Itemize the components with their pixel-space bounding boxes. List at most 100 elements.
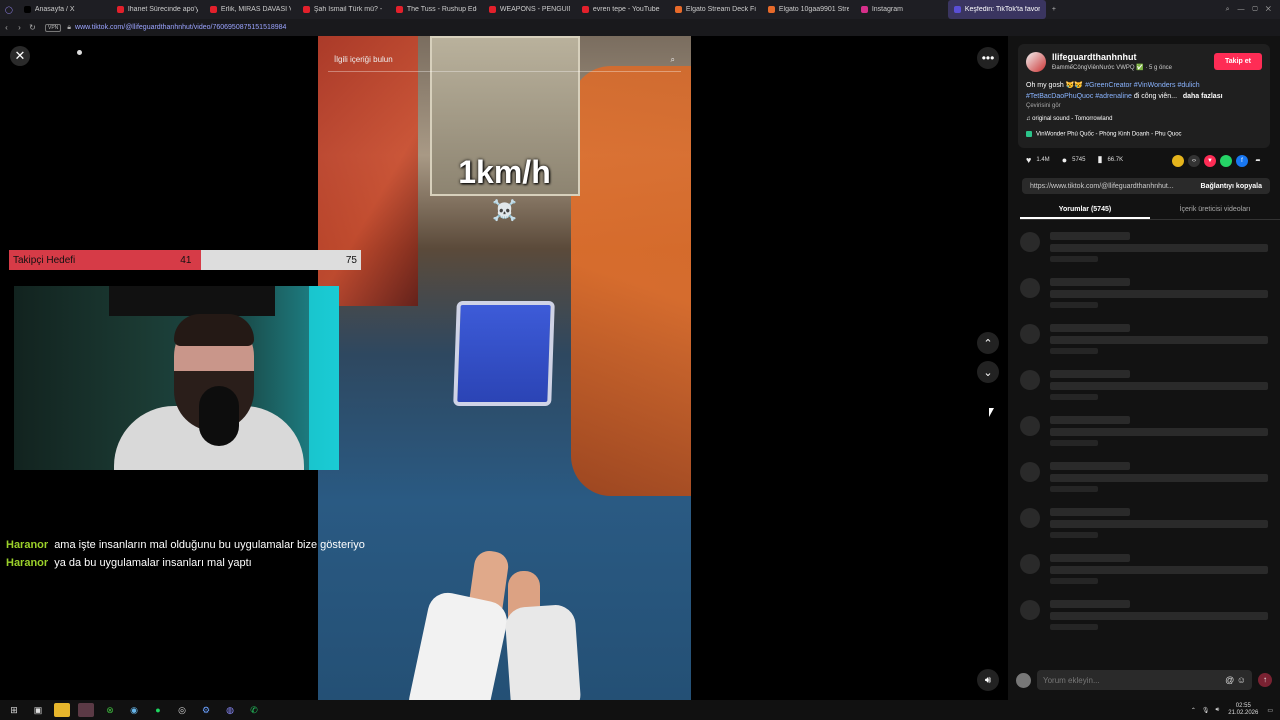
tab-favicon-icon (860, 6, 868, 13)
tiktok-page: ✕ İlgili içeriği bulun ⌕ 1km/h ☠️ Takipç… (0, 36, 1280, 700)
video-scene-leg-right (504, 603, 582, 700)
comment-button[interactable]: ● 5745 (1062, 155, 1086, 165)
creator-username[interactable]: llifeguardthanhnhut (1052, 52, 1137, 62)
file-explorer-icon[interactable] (54, 703, 70, 717)
close-video-button[interactable]: ✕ (10, 46, 30, 66)
reload-icon[interactable]: ↻ (26, 23, 39, 32)
hashtag[interactable]: #VinWonders (1134, 82, 1176, 89)
video-link-box: https://www.tiktok.com/@llifeguardthanhn… (1022, 178, 1270, 194)
tray-arrow-icon[interactable]: ⌃ (1191, 707, 1196, 714)
share-friends-icon[interactable] (1172, 155, 1184, 167)
tab-label: Elgato 10gaa9901 Stream (778, 6, 849, 13)
like-count: 1.4M (1036, 156, 1050, 163)
facebook-icon[interactable]: f (1236, 155, 1248, 167)
creator-avatar[interactable] (1026, 52, 1046, 72)
webcam-person-hair (174, 314, 254, 346)
emoji-icon[interactable]: ☺ (1237, 675, 1246, 685)
comment-count: 5745 (1072, 156, 1086, 163)
send-icon[interactable]: ▼ (1204, 155, 1216, 167)
more-options-button[interactable]: ••• (977, 47, 999, 69)
video-link-url: https://www.tiktok.com/@llifeguardthanhn… (1030, 182, 1174, 190)
browser-tab[interactable]: The Tuss - Rushup Edge (390, 0, 483, 19)
comment-placeholder-row (1020, 600, 1270, 636)
lock-icon: 🔒︎ (67, 23, 72, 31)
embed-icon[interactable]: ‹› (1188, 155, 1200, 167)
save-button[interactable]: ▮ 66.7K (1097, 154, 1123, 165)
search-icon[interactable]: ⌕ (671, 55, 675, 65)
previous-video-button[interactable]: ⌃ (977, 332, 999, 354)
translate-link[interactable]: Çevirisini gör (1026, 103, 1061, 109)
vpn-badge[interactable]: VPN (45, 23, 62, 32)
hashtag[interactable]: #dulich (1177, 82, 1199, 89)
back-icon[interactable]: ‹ (0, 23, 13, 32)
hashtag[interactable]: #TetBacDaoPhuQuoc (1026, 93, 1093, 100)
microphone-tray-icon[interactable]: 🎙︎ (1202, 707, 1210, 714)
see-more-link[interactable]: daha fazlası (1183, 93, 1223, 100)
windows-start-icon[interactable]: ⊞ (6, 703, 22, 717)
copy-link-button[interactable]: Bağlantıyı kopyala (1201, 183, 1262, 190)
url-field[interactable]: www.tiktok.com/@llifeguardthanhnhut/vide… (75, 24, 286, 31)
tab-label: Erlik, MİRAS DAVASI Vide (220, 6, 291, 13)
follow-button[interactable]: Takip et (1214, 53, 1262, 70)
browser-tab[interactable]: Elgato 10gaa9901 Stream (762, 0, 855, 19)
discord-icon[interactable]: ◍ (222, 703, 238, 717)
comment-placeholder-row (1020, 324, 1270, 360)
browser-tab[interactable]: İhanet Sürecinde apo'ya t (111, 0, 204, 19)
obs-icon[interactable]: ◎ (174, 703, 190, 717)
comment-placeholder-row (1020, 554, 1270, 590)
hashtag[interactable]: #GreenCreator (1085, 82, 1132, 89)
video-search-bar[interactable]: İlgili içeriği bulun ⌕ (328, 48, 681, 72)
video-player[interactable]: İlgili içeriği bulun ⌕ 1km/h ☠️ (318, 36, 691, 700)
settings-icon[interactable]: ⚙ (198, 703, 214, 717)
like-button[interactable]: ♥ 1.4M (1026, 155, 1050, 165)
share-arrow-icon[interactable]: ➦ (1252, 155, 1264, 167)
clock[interactable]: 02:55 21.02.2026 (1228, 703, 1258, 717)
location-link[interactable]: VinWonder Phú Quốc - Phòng Kinh Doanh - … (1026, 131, 1182, 138)
spotify-icon[interactable]: ● (150, 703, 166, 717)
tab-label: İhanet Sürecinde apo'ya t (127, 6, 198, 13)
mention-icon[interactable]: @ ☺ (1225, 675, 1246, 685)
tab-favicon-icon (581, 6, 589, 13)
volume-tray-icon[interactable]: 🔊︎ (1216, 707, 1220, 714)
notification-icon[interactable]: ▭ (1267, 707, 1273, 714)
whatsapp-app-icon[interactable]: ✆ (246, 703, 262, 717)
browser-tab[interactable]: Keşfedin: TikTok'ta favori (947, 0, 1046, 19)
tab-label: Anasayfa / X (34, 6, 75, 13)
steam-icon[interactable]: ◉ (126, 703, 142, 717)
browser-tab[interactable]: Anasayfa / X (18, 0, 111, 19)
task-view-icon[interactable]: ▣ (30, 703, 46, 717)
post-comment-button[interactable]: ↑ (1258, 673, 1272, 687)
creator-subline: ĐammếCôngViênNước VWPQ ✅ · 5 g önce (1052, 65, 1173, 71)
tab-favicon-icon (488, 6, 496, 13)
browser-tab[interactable]: Şah İsmail Türk mü? - You (297, 0, 390, 19)
browser-tab[interactable]: Elgato Stream Deck Fiyatı (669, 0, 762, 19)
mouse-cursor (989, 408, 994, 417)
xbox-icon[interactable]: ⊗ (102, 703, 118, 717)
next-video-button[interactable]: ⌄ (977, 361, 999, 383)
hashtag[interactable]: #adrenaline (1095, 93, 1132, 100)
location-icon (1026, 131, 1032, 137)
webcam-light (309, 286, 339, 470)
engagement-stats: ♥ 1.4M ● 5745 ▮ 66.7K (1026, 154, 1135, 165)
tab-label: The Tuss - Rushup Edge (406, 6, 477, 13)
chat-message: Haranor ama işte insanların mal olduğunu … (6, 536, 365, 554)
forward-icon[interactable]: › (13, 23, 26, 32)
whatsapp-icon[interactable] (1220, 155, 1232, 167)
sound-link[interactable]: ♫ original sound - Tomorrowland (1026, 116, 1112, 122)
browser-tab[interactable]: evren tepe - YouTube (576, 0, 669, 19)
browser-app-icon[interactable] (78, 703, 94, 717)
tab-creator-videos[interactable]: İçerik üreticisi videoları (1150, 202, 1280, 219)
comment-input[interactable]: Yorum ekleyin... @ ☺ (1037, 670, 1252, 690)
browser-tab[interactable]: Erlik, MİRAS DAVASI Vide (204, 0, 297, 19)
tab-favicon-icon (767, 6, 775, 13)
tab-comments[interactable]: Yorumlar (5745) (1020, 202, 1150, 219)
browser-tab[interactable]: WEAPONS - PENGUIN - (483, 0, 576, 19)
location-name: VinWonder Phú Quốc - Phòng Kinh Doanh - … (1036, 131, 1182, 138)
browser-menu-icon[interactable]: ◯ (0, 0, 18, 19)
browser-tab[interactable]: Instagram (855, 0, 948, 19)
new-tab-button[interactable]: + (1046, 0, 1062, 19)
volume-button[interactable]: 🔊︎ (977, 669, 999, 691)
comment-placeholder: Yorum ekleyin... (1043, 675, 1100, 685)
system-tray: ⌃ 🎙︎ 🔊︎ 02:55 21.02.2026 ▭ (1188, 700, 1276, 720)
caption-tail: đi công viên... (1131, 93, 1178, 100)
